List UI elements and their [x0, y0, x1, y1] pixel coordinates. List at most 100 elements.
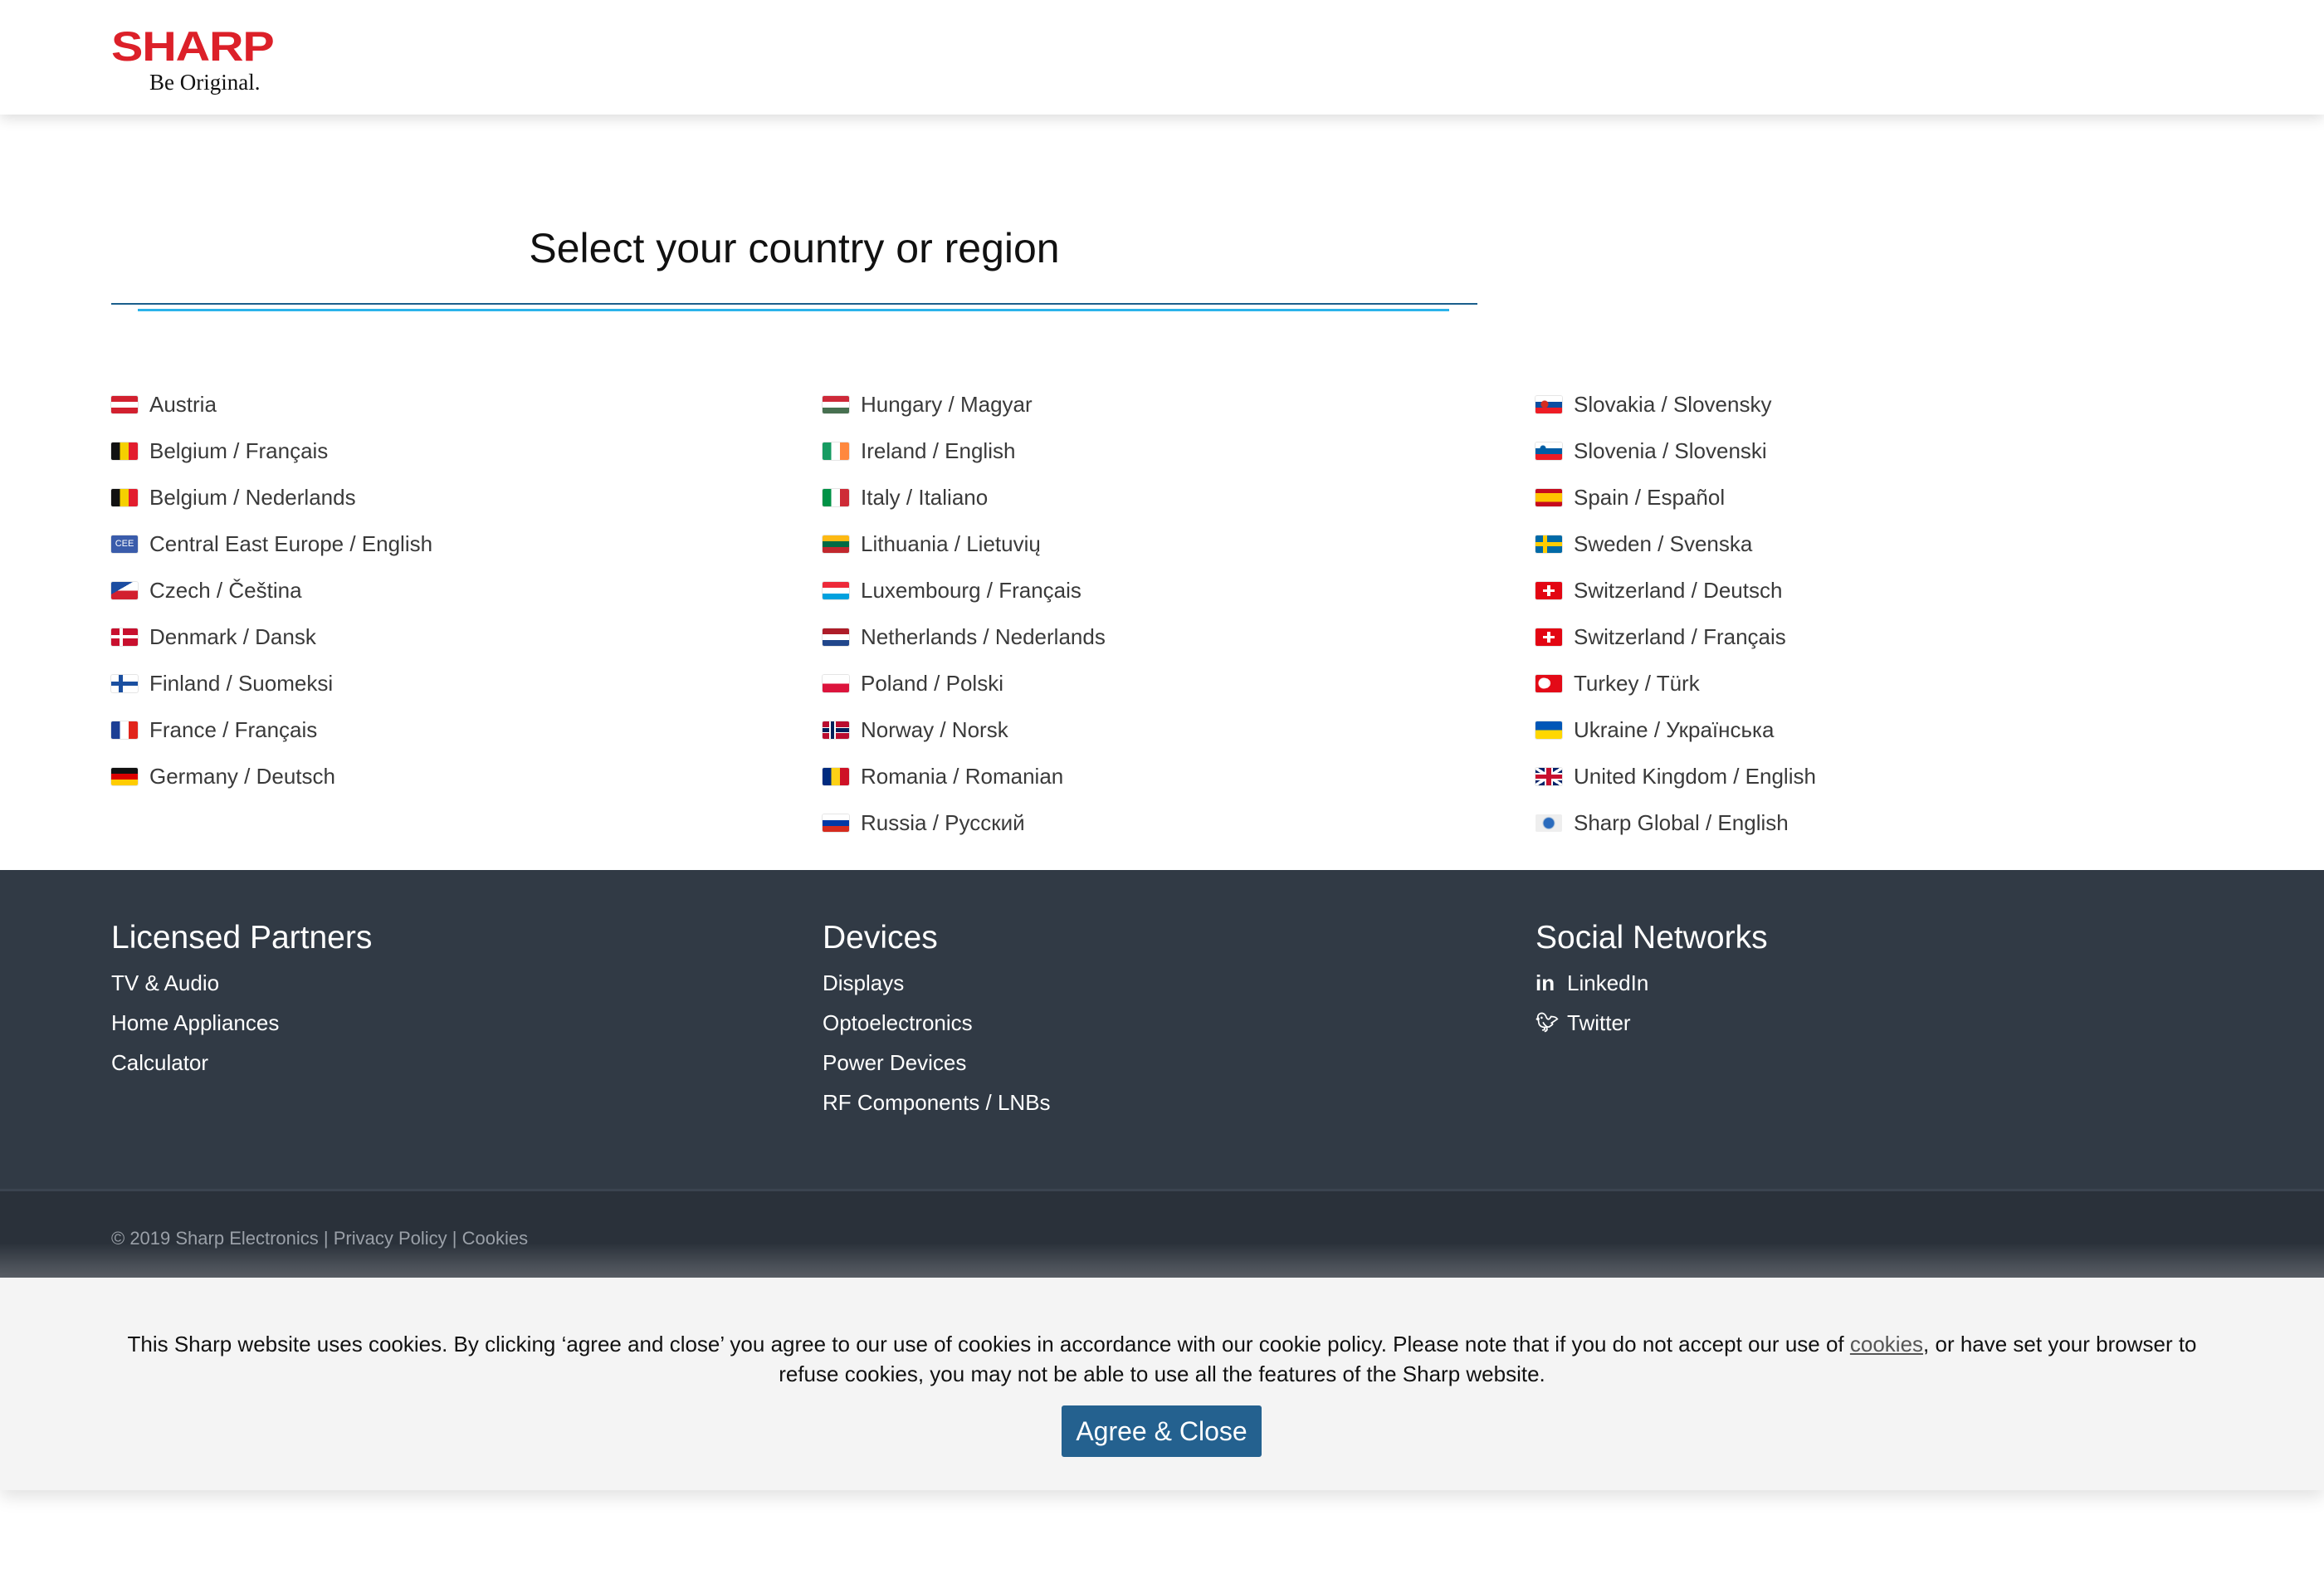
footer-social: Social Networks in LinkedIn 🐦︎ Twitter	[1536, 920, 1768, 1043]
country-label: Hungary / Magyar	[861, 391, 1033, 417]
country-label: Spain / Español	[1574, 484, 1726, 510]
country-link-be[interactable]: Belgium / Nederlands	[111, 474, 432, 521]
de-flag-icon	[111, 767, 138, 785]
page-title: Select your country or region	[529, 225, 1060, 271]
country-label: Luxembourg / Français	[861, 577, 1081, 603]
footer-link-displays[interactable]: Displays	[823, 963, 1051, 1003]
footer-link-linkedin[interactable]: in LinkedIn	[1536, 963, 1768, 1003]
title-divider	[111, 303, 1477, 305]
sk-flag-icon	[1536, 395, 1562, 413]
footer-link-rf-components[interactable]: RF Components / LNBs	[823, 1083, 1051, 1122]
it-flag-icon	[823, 488, 849, 506]
country-label: Netherlands / Nederlands	[861, 623, 1106, 649]
country-link-ch[interactable]: Switzerland / Deutsch	[1536, 567, 1816, 613]
logo-brand: SHARP	[111, 23, 275, 70]
country-link-eu[interactable]: CEE Central East Europe / English	[111, 521, 432, 567]
no-flag-icon	[823, 721, 849, 739]
country-link-it[interactable]: Italy / Italiano	[823, 474, 1106, 521]
country-link-hu[interactable]: Hungary / Magyar	[823, 381, 1106, 428]
country-link-de[interactable]: Germany / Deutsch	[111, 753, 432, 799]
country-label: Slovenia / Slovenski	[1574, 437, 1767, 463]
country-label: Lithuania / Lietuvių	[861, 530, 1041, 556]
separator: |	[318, 1228, 334, 1249]
title-divider-accent	[138, 309, 1449, 311]
country-label: Switzerland / Deutsch	[1574, 577, 1783, 603]
cookie-banner: This Sharp website uses cookies. By clic…	[0, 1278, 2324, 1490]
ua-flag-icon	[1536, 721, 1562, 739]
country-label: Switzerland / Français	[1574, 623, 1786, 649]
at-flag-icon	[111, 395, 138, 413]
country-link-fi[interactable]: Finland / Suomeksi	[111, 660, 432, 706]
country-label: Czech / Čeština	[149, 577, 302, 603]
link-label: Twitter	[1567, 1009, 1631, 1035]
country-label: Finland / Suomeksi	[149, 670, 334, 696]
footer-link-tv-audio[interactable]: TV & Audio	[111, 963, 372, 1003]
country-link-es[interactable]: Spain / Español	[1536, 474, 1816, 521]
country-label: Russia / Русский	[861, 809, 1025, 835]
country-link-gb[interactable]: United Kingdom / English	[1536, 753, 1816, 799]
country-link-ru[interactable]: Russia / Русский	[823, 799, 1106, 846]
logo-tagline: Be Original.	[149, 70, 261, 95]
sharp-logo[interactable]: SHARP Be Original.	[111, 26, 275, 95]
country-column-3: Slovakia / Slovensky Slovenia / Slovenski…	[1536, 381, 1816, 846]
cookie-text: This Sharp website uses cookies. By clic…	[127, 1332, 1850, 1356]
footer-heading: Devices	[823, 920, 938, 956]
country-link-dk[interactable]: Denmark / Dansk	[111, 613, 432, 660]
cookies-policy-link[interactable]: cookies	[1850, 1332, 1923, 1356]
country-link-se[interactable]: Sweden / Svenska	[1536, 521, 1816, 567]
es-flag-icon	[1536, 488, 1562, 506]
country-label: Ireland / English	[861, 437, 1016, 463]
country-link-lu[interactable]: Luxembourg / Français	[823, 567, 1106, 613]
header: SHARP Be Original.	[0, 0, 2324, 115]
country-label: Norway / Norsk	[861, 716, 1008, 742]
ch-flag-icon	[1536, 628, 1562, 646]
twitter-icon: 🐦︎	[1536, 1012, 1559, 1033]
country-link-sk[interactable]: Slovakia / Slovensky	[1536, 381, 1816, 428]
country-link-at[interactable]: Austria	[111, 381, 432, 428]
footer: Licensed Partners TV & Audio Home Applia…	[0, 870, 2324, 1189]
agree-close-button[interactable]: Agree & Close	[1062, 1405, 1262, 1457]
linkedin-icon: in	[1536, 970, 1555, 995]
country-link-be[interactable]: Belgium / Français	[111, 428, 432, 474]
privacy-policy-link[interactable]: Privacy Policy	[334, 1228, 447, 1249]
country-link-si[interactable]: Slovenia / Slovenski	[1536, 428, 1816, 474]
country-link-cz[interactable]: Czech / Čeština	[111, 567, 432, 613]
pl-flag-icon	[823, 674, 849, 692]
country-link-ch[interactable]: Switzerland / Français	[1536, 613, 1816, 660]
footer-link-calculator[interactable]: Calculator	[111, 1043, 372, 1083]
footer-link-optoelectronics[interactable]: Optoelectronics	[823, 1003, 1051, 1043]
country-link-fr[interactable]: France / Français	[111, 706, 432, 753]
gb-flag-icon	[1536, 767, 1562, 785]
eu-flag-icon: CEE	[111, 535, 138, 553]
country-link-pl[interactable]: Poland / Polski	[823, 660, 1106, 706]
country-link-lt[interactable]: Lithuania / Lietuvių	[823, 521, 1106, 567]
country-link-gl[interactable]: Sharp Global / English	[1536, 799, 1816, 846]
country-link-tr[interactable]: Turkey / Türk	[1536, 660, 1816, 706]
footer-link-twitter[interactable]: 🐦︎ Twitter	[1536, 1003, 1768, 1043]
country-column-1: Austria Belgium / Français Belgium / Neder…	[111, 381, 432, 799]
country-link-no[interactable]: Norway / Norsk	[823, 706, 1106, 753]
country-label: Denmark / Dansk	[149, 623, 316, 649]
country-link-ro[interactable]: Romania / Romanian	[823, 753, 1106, 799]
fi-flag-icon	[111, 674, 138, 692]
country-link-nl[interactable]: Netherlands / Nederlands	[823, 613, 1106, 660]
nl-flag-icon	[823, 628, 849, 646]
country-link-ua[interactable]: Ukraine / Українська	[1536, 706, 1816, 753]
cookie-message: This Sharp website uses cookies. By clic…	[108, 1329, 2216, 1389]
country-label: Turkey / Türk	[1574, 670, 1700, 696]
copyright-text: © 2019 Sharp Electronics	[111, 1228, 319, 1249]
country-label: Ukraine / Українська	[1574, 716, 1775, 742]
separator: |	[447, 1228, 462, 1249]
footer-link-power-devices[interactable]: Power Devices	[823, 1043, 1051, 1083]
cookies-link[interactable]: Cookies	[462, 1228, 528, 1249]
se-flag-icon	[1536, 535, 1562, 553]
tr-flag-icon	[1536, 674, 1562, 692]
footer-link-home-appliances[interactable]: Home Appliances	[111, 1003, 372, 1043]
country-label: Sharp Global / English	[1574, 809, 1789, 835]
country-label: Germany / Deutsch	[149, 763, 335, 789]
link-label: LinkedIn	[1567, 970, 1649, 995]
ro-flag-icon	[823, 767, 849, 785]
footer-heading: Social Networks	[1536, 920, 1768, 956]
hu-flag-icon	[823, 395, 849, 413]
country-link-ie[interactable]: Ireland / English	[823, 428, 1106, 474]
